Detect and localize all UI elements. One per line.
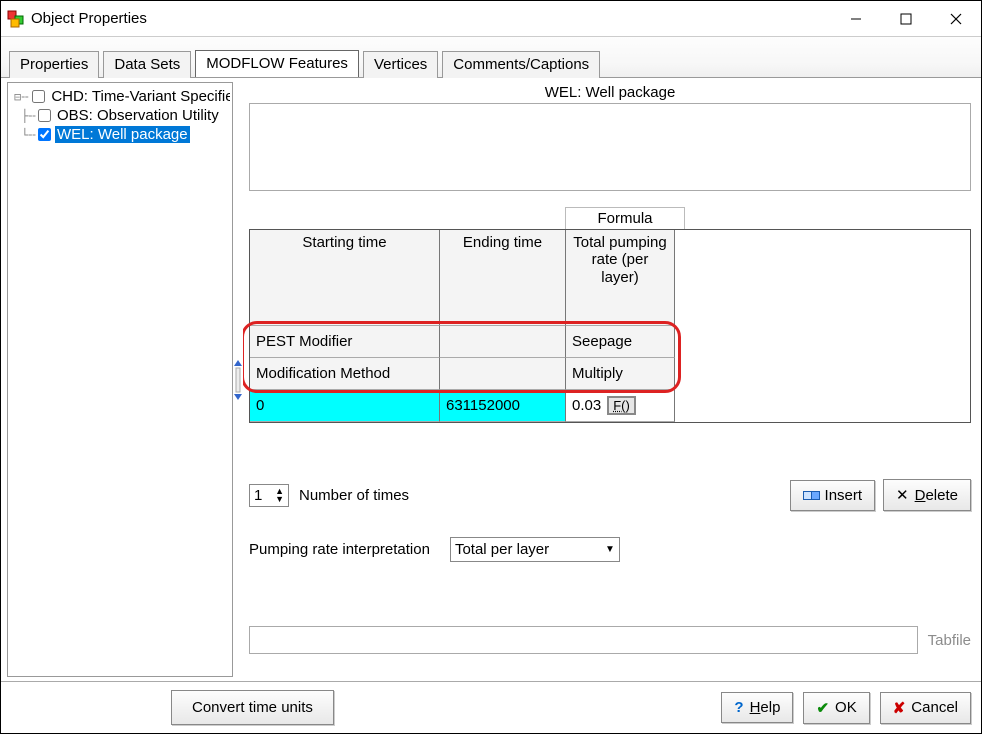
pumping-rate-interp-select[interactable]: Total per layer ▼ — [450, 537, 620, 562]
tabfile-label: Tabfile — [918, 632, 971, 649]
insert-icon — [803, 487, 819, 504]
cell-pumping-rate-value: 0.03 — [572, 397, 601, 414]
delete-icon: ✕ — [896, 486, 909, 504]
delete-label: Delete — [915, 487, 958, 504]
tree-branch-icon: └╌ — [14, 128, 38, 142]
x-icon: ✘ — [893, 699, 906, 717]
minimize-button[interactable] — [831, 1, 881, 36]
bottom-bar: Convert time units ? Help ✔ OK ✘ Cancel — [1, 681, 981, 733]
cell-pest-modifier-b[interactable] — [440, 326, 566, 358]
insert-label: Insert — [825, 487, 863, 504]
cancel-button[interactable]: ✘ Cancel — [880, 692, 971, 724]
cell-mod-method-b[interactable] — [440, 358, 566, 390]
tree-label: OBS: Observation Utility — [55, 107, 221, 124]
formula-button[interactable]: F() — [607, 396, 636, 415]
ok-button[interactable]: ✔ OK — [803, 692, 869, 724]
delete-button[interactable]: ✕ Delete — [883, 479, 971, 511]
col-header-starting-time: Starting time — [250, 230, 440, 326]
splitter-handle[interactable] — [233, 82, 243, 677]
num-times-label: Number of times — [299, 487, 409, 504]
col-header-ending-time: Ending time — [440, 230, 566, 326]
pumping-rate-interp-value: Total per layer — [455, 541, 549, 558]
ok-label: OK — [835, 699, 857, 716]
spinner-down-icon[interactable]: ▼ — [275, 495, 284, 503]
pumping-rate-interp-label: Pumping rate interpretation — [249, 541, 430, 558]
help-icon: ? — [734, 699, 743, 716]
tree-item-chd[interactable]: ⊟╌ CHD: Time-Variant Specified-Head — [12, 87, 232, 106]
help-button[interactable]: ? Help — [721, 692, 793, 723]
num-times-value: 1 — [254, 487, 262, 504]
cancel-label: Cancel — [911, 699, 958, 716]
tree-item-wel[interactable]: └╌ WEL: Well package — [12, 125, 232, 144]
data-table: Starting time Ending time Total pumping … — [249, 229, 971, 423]
tree-label: WEL: Well package — [55, 126, 190, 143]
feature-tree[interactable]: ⊟╌ CHD: Time-Variant Specified-Head ├╌ O… — [7, 82, 233, 677]
tree-checkbox-wel[interactable] — [38, 128, 51, 141]
col-header-total-pumping-rate: Total pumping rate (per layer) — [566, 230, 675, 326]
num-times-spinner[interactable]: 1 ▲ ▼ — [249, 484, 289, 507]
close-button[interactable] — [931, 1, 981, 36]
cell-pest-modifier-c[interactable]: Seepage — [566, 326, 675, 358]
tree-label: CHD: Time-Variant Specified-Head — [49, 88, 230, 105]
app-icon — [7, 10, 25, 28]
tab-comments-captions[interactable]: Comments/Captions — [442, 51, 600, 78]
titlebar: Object Properties — [1, 1, 981, 37]
dropdown-caret-icon: ▼ — [605, 544, 615, 555]
formula-header: Formula — [565, 207, 685, 229]
tab-data-sets[interactable]: Data Sets — [103, 51, 191, 78]
cell-mod-method-c[interactable]: Multiply — [566, 358, 675, 390]
cell-pumping-rate[interactable]: 0.03 F() — [566, 390, 675, 422]
tree-checkbox-obs[interactable] — [38, 109, 51, 122]
insert-button[interactable]: Insert — [790, 480, 876, 511]
tree-checkbox-chd[interactable] — [32, 90, 45, 103]
panel-groupbox — [249, 103, 971, 191]
cell-start-time[interactable]: 0 — [250, 390, 440, 422]
tab-vertices[interactable]: Vertices — [363, 51, 438, 78]
panel-title: WEL: Well package — [249, 82, 971, 103]
help-label: Help — [750, 699, 781, 716]
tab-bar: Properties Data Sets MODFLOW Features Ve… — [1, 37, 981, 77]
check-icon: ✔ — [816, 699, 829, 717]
convert-label: Convert time units — [192, 699, 313, 716]
convert-time-units-button[interactable]: Convert time units — [171, 690, 334, 725]
tree-branch-icon: ⊟╌ — [14, 90, 32, 104]
tab-modflow-features[interactable]: MODFLOW Features — [195, 50, 359, 77]
maximize-button[interactable] — [881, 1, 931, 36]
tree-branch-icon: ├╌ — [14, 109, 38, 123]
tree-item-obs[interactable]: ├╌ OBS: Observation Utility — [12, 106, 232, 125]
window-title: Object Properties — [31, 10, 831, 27]
tabfile-input[interactable] — [249, 626, 918, 654]
row-pest-modifier-label: PEST Modifier — [250, 326, 440, 358]
row-modification-method-label: Modification Method — [250, 358, 440, 390]
cell-end-time[interactable]: 631152000 — [440, 390, 566, 422]
tab-properties[interactable]: Properties — [9, 51, 99, 78]
